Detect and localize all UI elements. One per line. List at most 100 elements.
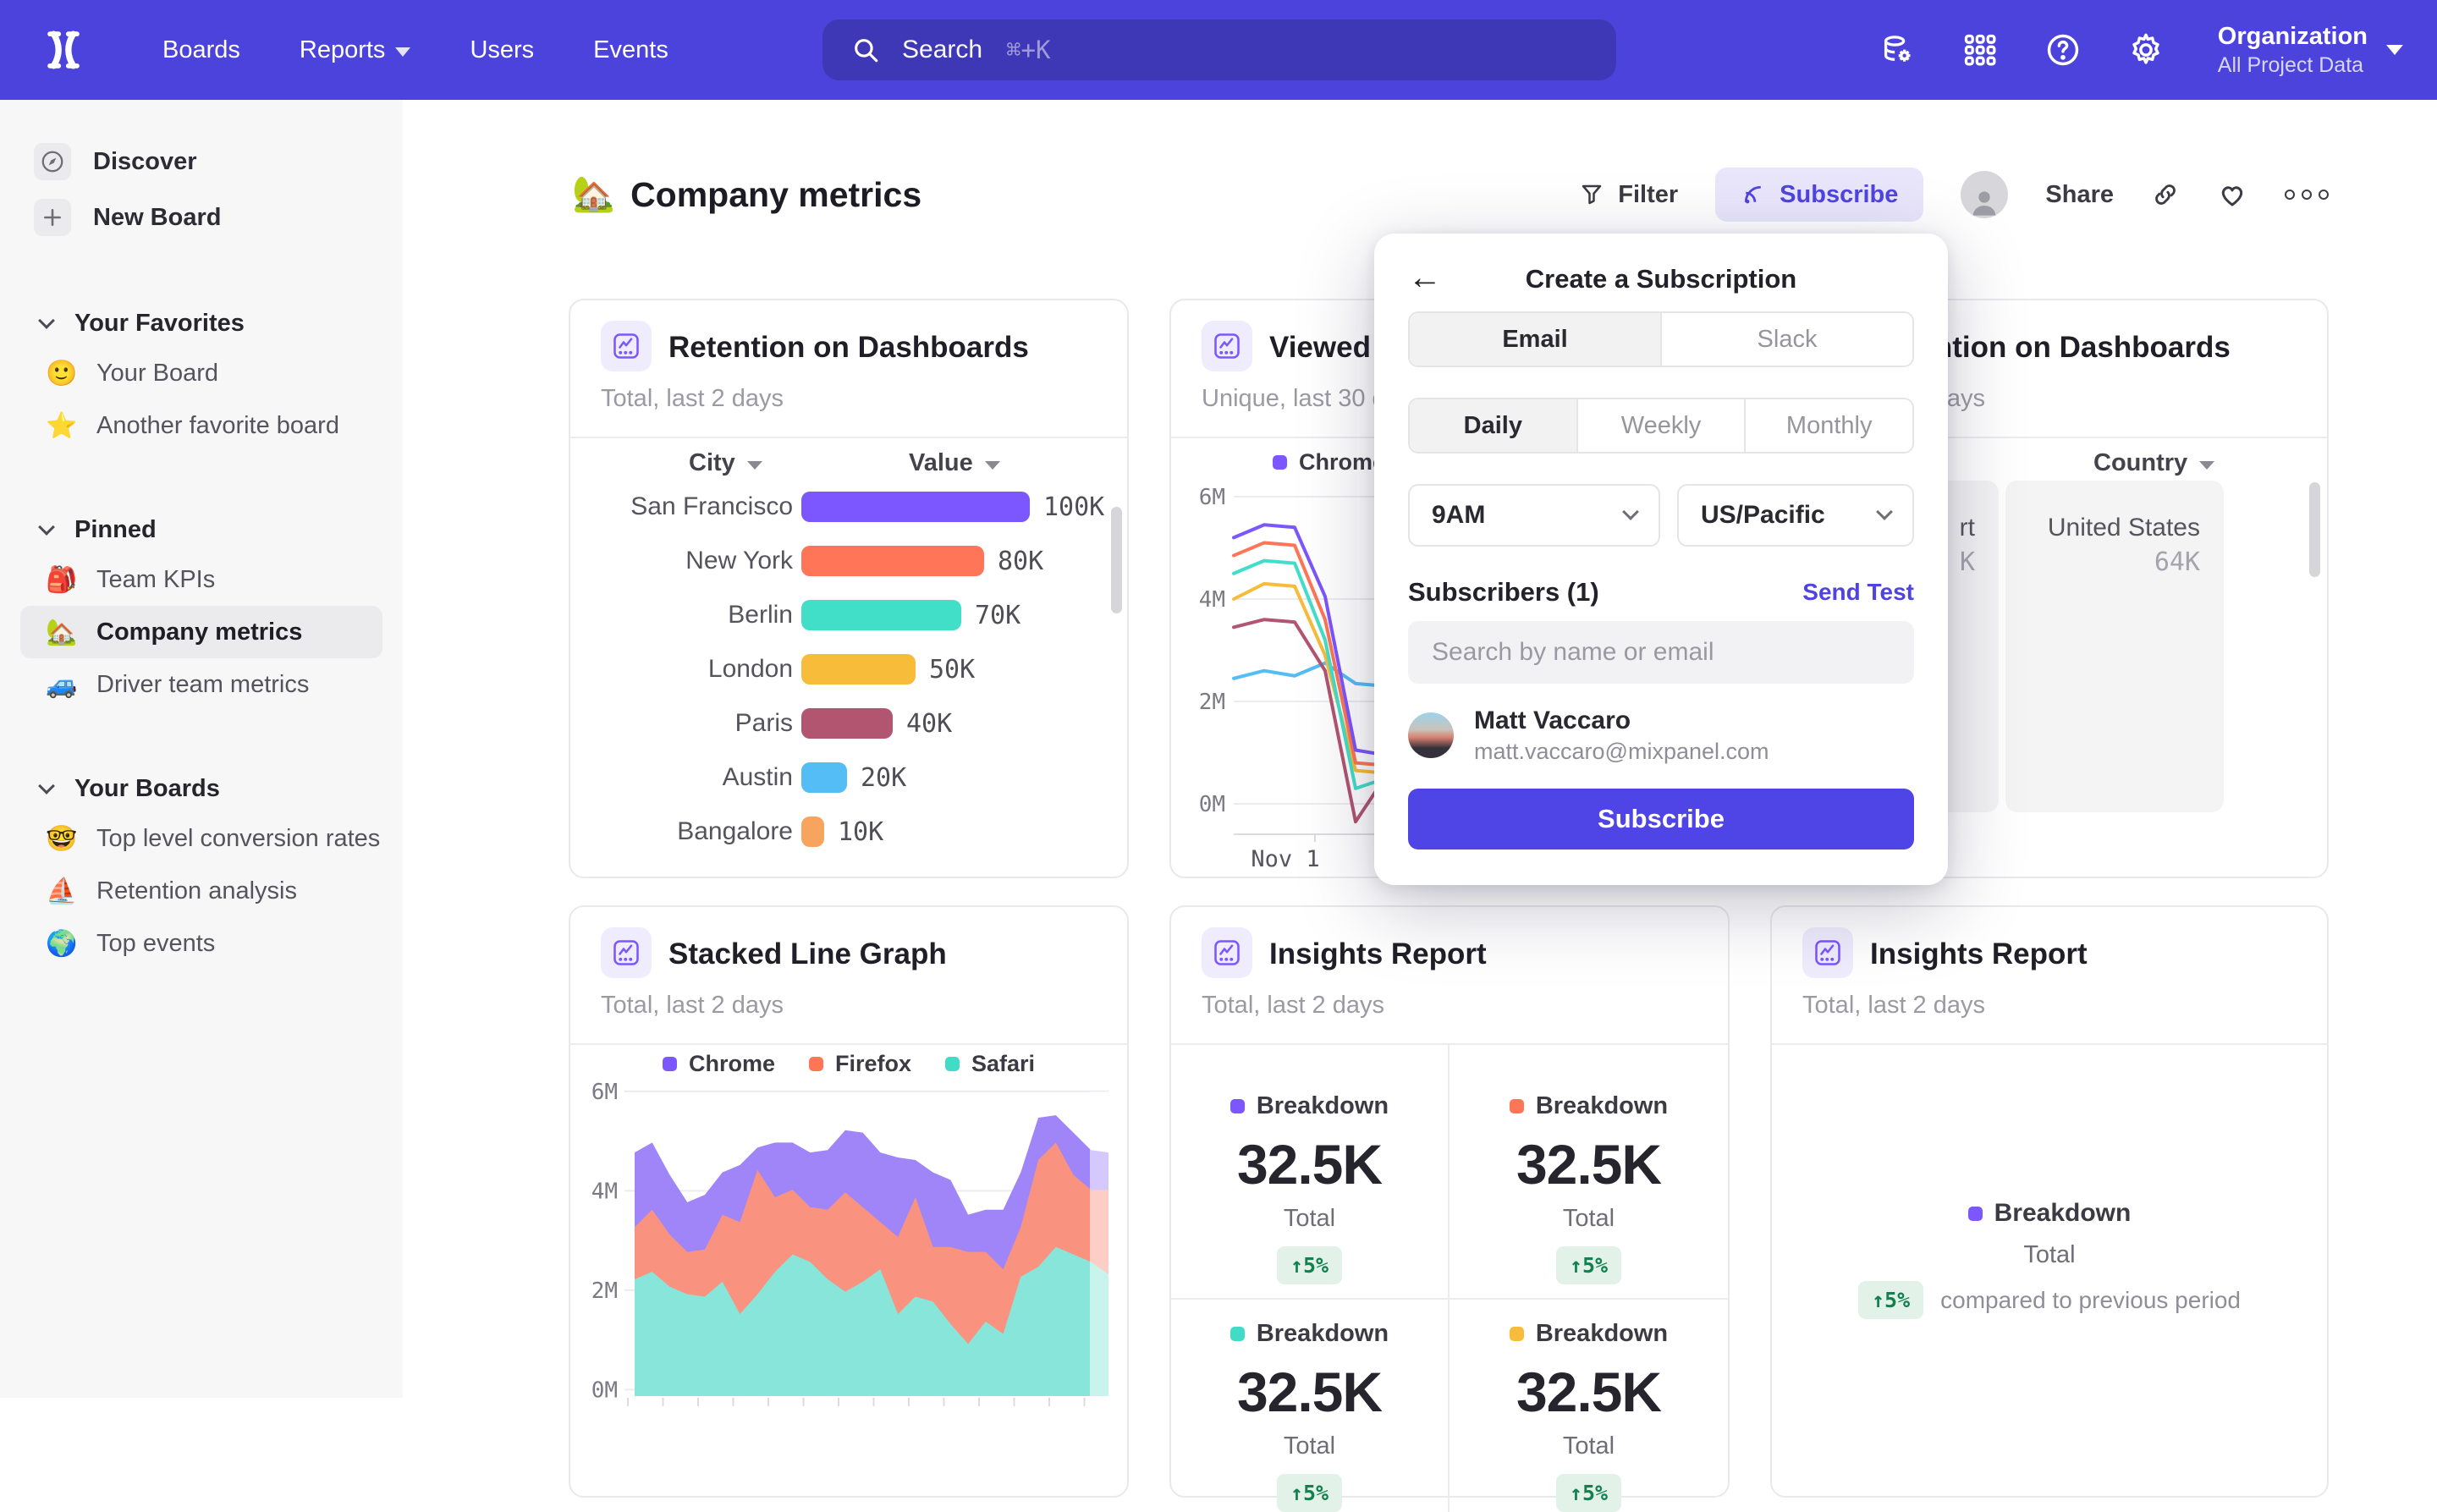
svg-text:6M: 6M — [591, 1080, 618, 1105]
sidebar: Discover New Board Your Favorites🙂Your B… — [0, 100, 403, 1398]
compass-icon — [34, 143, 71, 180]
legend-item-chrome[interactable]: Chrome — [1273, 449, 1385, 476]
country-tile-united-states[interactable]: United States 64K — [2005, 481, 2224, 812]
filter-button[interactable]: Filter — [1579, 181, 1678, 209]
copy-link-button[interactable] — [2151, 180, 2180, 209]
legend-swatch — [1230, 1099, 1245, 1113]
bar[interactable] — [801, 600, 961, 630]
card-title: Stacked Line Graph — [668, 937, 947, 971]
nav-item-events[interactable]: Events — [593, 36, 668, 64]
mixpanel-logo-icon[interactable] — [39, 25, 88, 74]
sidebar-item-top-events[interactable]: 🌍Top events — [20, 917, 382, 970]
sidebar-item-team-kpis[interactable]: 🎒Team KPIs — [20, 553, 382, 606]
subscriber-search-input[interactable] — [1408, 621, 1914, 684]
settings-gear-icon[interactable] — [2126, 30, 2165, 69]
legend-item-safari[interactable]: Safari — [945, 1051, 1035, 1077]
bar[interactable] — [801, 654, 916, 685]
svg-text:2M: 2M — [591, 1278, 618, 1304]
sidebar-item-new-board[interactable]: New Board — [34, 190, 403, 245]
column-header-value[interactable]: Value — [909, 449, 1000, 477]
retention-row-paris: Paris40K — [570, 696, 1127, 751]
column-header-country[interactable]: Country — [2093, 449, 2214, 477]
timezone-select[interactable]: US/Pacific — [1677, 484, 1914, 547]
card-insights-report-quads: Insights Report Total, last 2 days Break… — [1169, 905, 1730, 1498]
sidebar-item-discover[interactable]: Discover — [34, 134, 403, 190]
apps-grid-icon[interactable] — [1961, 30, 2000, 69]
subscribers-label: Subscribers (1) — [1408, 577, 1599, 608]
heart-icon — [2217, 179, 2247, 210]
legend-item-chrome[interactable]: Chrome — [663, 1051, 775, 1077]
total-label: Total — [1563, 1432, 1615, 1460]
report-chart-icon — [601, 321, 652, 371]
frequency-tab-daily[interactable]: Daily — [1410, 399, 1576, 452]
sort-caret-icon — [985, 461, 1000, 470]
sidebar-section-pinned[interactable]: Pinned — [41, 506, 403, 553]
chevron-down-icon — [38, 312, 55, 329]
bar[interactable] — [801, 762, 847, 793]
card-subtitle: Total, last 2 days — [601, 992, 784, 1020]
help-icon[interactable] — [2044, 30, 2082, 69]
metric-value: 32.5K — [1516, 1360, 1661, 1424]
tile-label: United States — [2005, 511, 2200, 546]
favorite-button[interactable] — [2217, 179, 2247, 210]
legend-item-breakdown[interactable]: Breakdown — [1968, 1199, 2132, 1228]
bar[interactable] — [801, 492, 1030, 522]
legend-item-breakdown[interactable]: Breakdown — [1510, 1320, 1668, 1348]
legend-item-breakdown[interactable]: Breakdown — [1230, 1320, 1389, 1348]
stacked-area-chart[interactable]: 6M4M2M0M — [587, 1075, 1114, 1498]
sidebar-item-your-board[interactable]: 🙂Your Board — [20, 347, 382, 399]
nav-menu: Boards Reports Users Events — [162, 36, 668, 64]
sidebar-section-your-boards[interactable]: Your Boards — [41, 765, 403, 812]
frequency-tab-weekly[interactable]: Weekly — [1576, 399, 1745, 452]
legend-swatch — [1968, 1207, 1983, 1221]
svg-text:4M: 4M — [591, 1179, 618, 1204]
legend-item-firefox[interactable]: Firefox — [809, 1051, 911, 1077]
retention-row-berlin: Berlin70K — [570, 588, 1127, 642]
column-header-city[interactable]: City — [689, 449, 762, 477]
card-subtitle: Total, last 2 days — [1802, 992, 1985, 1020]
sidebar-section-your-favorites[interactable]: Your Favorites — [41, 300, 403, 347]
frequency-tab-monthly[interactable]: Monthly — [1744, 399, 1912, 452]
sidebar-item-top-level-conversion-rates[interactable]: 🤓Top level conversion rates — [20, 812, 382, 865]
data-gear-icon[interactable] — [1878, 30, 1917, 69]
more-options-button[interactable] — [2285, 190, 2329, 200]
bar[interactable] — [801, 708, 893, 739]
search-bar[interactable]: Search ⌘+K — [822, 19, 1616, 80]
subscribe-button[interactable]: Subscribe — [1715, 168, 1923, 222]
sidebar-item-company-metrics[interactable]: 🏡Company metrics — [20, 606, 382, 658]
send-test-link[interactable]: Send Test — [1802, 579, 1914, 606]
retention-row-new-york: New York80K — [570, 534, 1127, 588]
sidebar-item-driver-team-metrics[interactable]: 🚙Driver team metrics — [20, 658, 382, 711]
board-emoji: 🏡 — [572, 174, 615, 215]
sidebar-item-retention-analysis[interactable]: ⛵Retention analysis — [20, 865, 382, 917]
org-switcher[interactable]: Organization All Project Data — [2218, 21, 2403, 79]
legend-item-breakdown[interactable]: Breakdown — [1230, 1092, 1389, 1120]
delta-badge: ↑5% — [1277, 1246, 1342, 1284]
report-chart-icon — [1202, 321, 1252, 371]
sidebar-item-another-favorite-board[interactable]: ⭐Another favorite board — [20, 399, 382, 452]
legend-item-breakdown[interactable]: Breakdown — [1510, 1092, 1668, 1120]
nav-item-users[interactable]: Users — [470, 36, 534, 64]
nav-item-boards[interactable]: Boards — [162, 36, 240, 64]
scrollbar[interactable] — [2309, 482, 2320, 577]
svg-text:6M: 6M — [1199, 485, 1225, 510]
card-stacked-line-graph: Stacked Line Graph Total, last 2 days Ch… — [569, 905, 1129, 1498]
channel-tab-email[interactable]: Email — [1410, 313, 1660, 366]
subscribe-submit-button[interactable]: Subscribe — [1408, 789, 1914, 849]
insights-quadrants: Breakdown32.5KTotal↑5%Breakdown32.5KTota… — [1171, 1045, 1728, 1499]
subscriber-row[interactable]: Matt Vaccaro matt.vaccaro@mixpanel.com — [1408, 704, 1769, 767]
bar[interactable] — [801, 546, 984, 576]
retention-row-austin: Austin20K — [570, 751, 1127, 805]
legend-swatch — [663, 1057, 677, 1071]
bar[interactable] — [801, 816, 824, 847]
chevron-down-icon — [395, 47, 410, 57]
legend-swatch — [1510, 1099, 1524, 1113]
legend-swatch — [945, 1057, 960, 1071]
time-select[interactable]: 9AM — [1408, 484, 1660, 547]
scrollbar[interactable] — [1111, 507, 1122, 613]
user-avatar[interactable] — [1961, 171, 2008, 218]
channel-tab-slack[interactable]: Slack — [1660, 313, 1912, 366]
delta-note: compared to previous period — [1940, 1287, 2241, 1314]
nav-item-reports[interactable]: Reports — [300, 36, 411, 64]
share-button[interactable]: Share — [2045, 181, 2114, 209]
